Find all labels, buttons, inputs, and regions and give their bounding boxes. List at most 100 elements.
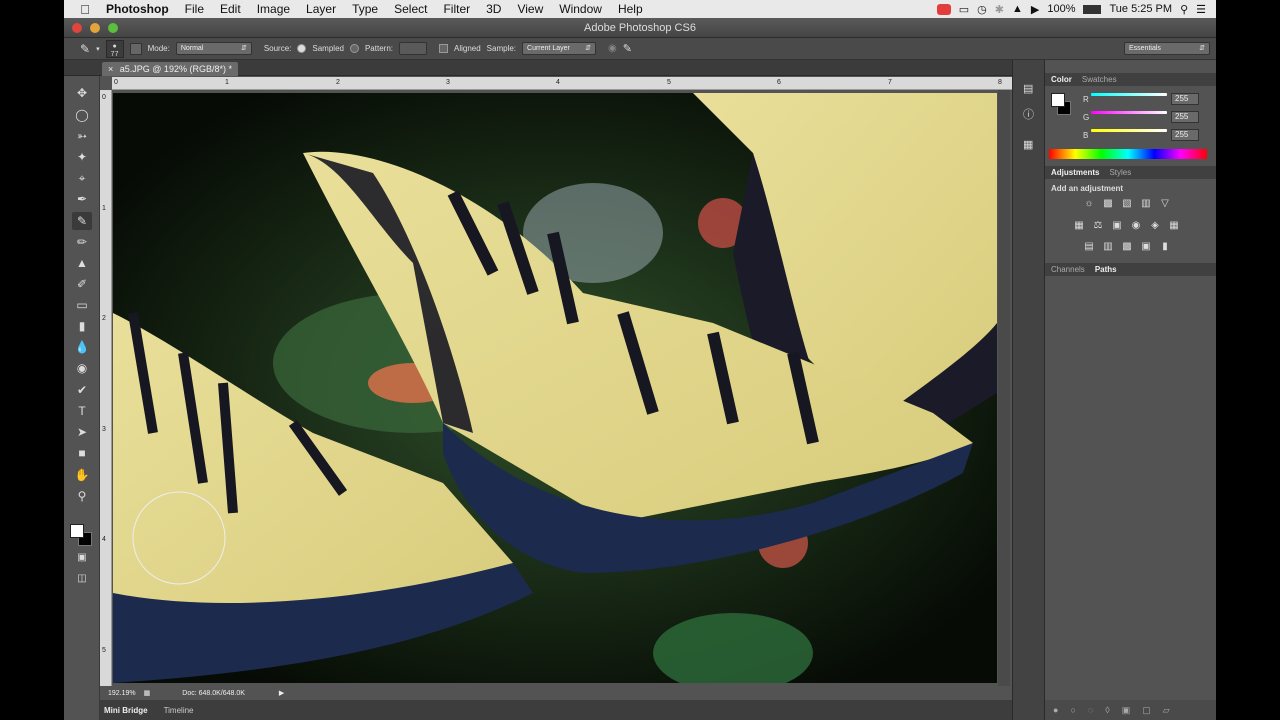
properties-icon[interactable]: ▦	[1023, 138, 1033, 151]
delete-path-icon[interactable]: ▱	[1163, 705, 1170, 716]
vertical-scrollbar[interactable]	[998, 90, 1010, 686]
marquee-tool-icon[interactable]: ◯	[72, 106, 92, 124]
spot-healing-tool-icon[interactable]: ✎	[72, 212, 92, 230]
minimize-window-icon[interactable]	[90, 23, 100, 33]
load-selection-icon[interactable]: ◌	[1088, 705, 1093, 715]
bluetooth-icon[interactable]: ✱	[995, 3, 1004, 16]
crop-tool-icon[interactable]: ⌖	[72, 169, 92, 187]
menu-filter[interactable]: Filter	[435, 2, 478, 16]
record-icon[interactable]	[936, 3, 951, 15]
history-brush-tool-icon[interactable]: ✐	[72, 275, 92, 293]
menu-edit[interactable]: Edit	[212, 2, 249, 16]
zoom-level[interactable]: 192.19%	[108, 690, 136, 697]
color-spectrum-ramp[interactable]	[1049, 149, 1207, 159]
apple-icon[interactable]: 	[78, 2, 92, 17]
paths-list[interactable]	[1045, 276, 1216, 696]
tab-color[interactable]: Color	[1051, 75, 1072, 84]
tab-styles[interactable]: Styles	[1109, 168, 1131, 177]
screen-mode-icon[interactable]: ◫	[72, 570, 92, 588]
zoom-window-icon[interactable]	[108, 23, 118, 33]
tool-preset-chevron-icon[interactable]: ▾	[96, 45, 100, 53]
brush-tool-icon[interactable]: ✏	[72, 233, 92, 251]
channel-b-slider[interactable]	[1091, 129, 1167, 132]
sample-select[interactable]: Current Layer ⇵	[522, 42, 597, 55]
invert-icon[interactable]: ▤	[1083, 241, 1095, 253]
channel-mixer-icon[interactable]: ◈	[1149, 220, 1161, 232]
color-lookup-icon[interactable]: ▦	[1168, 220, 1180, 232]
notification-icon[interactable]: ☰	[1196, 3, 1206, 16]
close-window-icon[interactable]	[72, 23, 82, 33]
gradient-map-icon[interactable]: ▮	[1159, 241, 1171, 253]
workspace-select[interactable]: Essentials ⇵	[1124, 42, 1210, 55]
pattern-radio[interactable]	[349, 44, 359, 53]
aligned-checkbox[interactable]	[438, 44, 448, 53]
photo-filter-icon[interactable]: ◉	[1130, 220, 1142, 232]
airplay-icon[interactable]: ▭	[959, 3, 969, 16]
path-select-tool-icon[interactable]: ➤	[72, 423, 92, 441]
channel-g-value[interactable]: 255	[1171, 111, 1199, 123]
clone-stamp-tool-icon[interactable]: ▲	[72, 254, 92, 272]
channel-r-value[interactable]: 255	[1171, 93, 1199, 105]
threshold-icon[interactable]: ▩	[1121, 241, 1133, 253]
add-mask-icon[interactable]: ▣	[1122, 705, 1131, 716]
posterize-icon[interactable]: ▥	[1102, 241, 1114, 253]
eraser-tool-icon[interactable]: ▭	[72, 296, 92, 314]
channel-r-slider[interactable]	[1091, 93, 1167, 96]
quick-select-tool-icon[interactable]: ✦	[72, 148, 92, 166]
exposure-icon[interactable]: ▥	[1140, 198, 1152, 210]
channel-b-value[interactable]: 255	[1171, 129, 1199, 141]
tab-mini-bridge[interactable]: Mini Bridge	[104, 706, 148, 715]
menu-layer[interactable]: Layer	[298, 2, 344, 16]
pattern-picker[interactable]	[398, 42, 427, 55]
clock[interactable]: Tue 5:25 PM	[1109, 3, 1172, 15]
gradient-tool-icon[interactable]: ▮	[72, 317, 92, 335]
brush-size-picker[interactable]: ● 77	[105, 39, 124, 58]
type-tool-icon[interactable]: T	[72, 402, 92, 420]
black-white-icon[interactable]: ▣	[1111, 220, 1123, 232]
tab-timeline[interactable]: Timeline	[164, 706, 194, 715]
document-canvas[interactable]	[113, 93, 997, 683]
tab-adjustments[interactable]: Adjustments	[1051, 168, 1099, 177]
time-machine-icon[interactable]: ◷	[977, 3, 987, 16]
spotlight-icon[interactable]: ⚲	[1180, 3, 1188, 16]
battery-percent[interactable]: 100%	[1047, 3, 1075, 15]
foreground-color-swatch[interactable]	[70, 524, 84, 538]
sampled-radio[interactable]	[297, 44, 307, 53]
document-tab[interactable]: × a5.JPG @ 192% (RGB/8*) *	[102, 62, 238, 76]
levels-icon[interactable]: ▩	[1102, 198, 1114, 210]
hue-saturation-icon[interactable]: ▦	[1073, 220, 1085, 232]
menu-type[interactable]: Type	[344, 2, 386, 16]
fg-color-swatch-panel[interactable]	[1051, 93, 1065, 107]
new-path-icon[interactable]: ▢	[1142, 705, 1151, 716]
move-tool-icon[interactable]: ✥	[72, 84, 92, 102]
menu-image[interactable]: Image	[249, 2, 298, 16]
curves-icon[interactable]: ▧	[1121, 198, 1133, 210]
fill-path-icon[interactable]: ●	[1053, 705, 1058, 715]
menu-3d[interactable]: 3D	[478, 2, 509, 16]
selective-color-icon[interactable]: ▣	[1140, 241, 1152, 253]
brush-panel-icon[interactable]	[129, 42, 142, 55]
blur-tool-icon[interactable]: 💧	[72, 338, 92, 356]
volume-icon[interactable]: ▶	[1031, 3, 1039, 16]
menu-help[interactable]: Help	[610, 2, 651, 16]
menu-app-name[interactable]: Photoshop	[98, 2, 177, 16]
vertical-ruler[interactable]: 0 1 2 3 4 5	[100, 90, 112, 688]
brightness-icon[interactable]: ☼	[1083, 198, 1095, 210]
channel-g-slider[interactable]	[1091, 111, 1167, 114]
eyedropper-tool-icon[interactable]: ✒	[72, 190, 92, 208]
stroke-path-icon[interactable]: ○	[1070, 705, 1075, 715]
tab-paths[interactable]: Paths	[1095, 265, 1117, 274]
pressure-icon[interactable]: ✎	[623, 42, 632, 55]
hand-tool-icon[interactable]: ✋	[72, 466, 92, 484]
menu-file[interactable]: File	[177, 2, 212, 16]
tab-channels[interactable]: Channels	[1051, 265, 1085, 274]
close-tab-icon[interactable]: ×	[108, 64, 113, 74]
battery-icon[interactable]	[1083, 4, 1102, 14]
zoom-tool-icon[interactable]: ⚲	[72, 487, 92, 505]
healing-brush-icon[interactable]: ✎	[80, 42, 90, 56]
dodge-tool-icon[interactable]: ◉	[72, 359, 92, 377]
status-menu-icon[interactable]: ▶	[279, 689, 284, 697]
tab-swatches[interactable]: Swatches	[1082, 75, 1117, 84]
make-work-path-icon[interactable]: ◊	[1105, 705, 1109, 715]
menu-select[interactable]: Select	[386, 2, 435, 16]
